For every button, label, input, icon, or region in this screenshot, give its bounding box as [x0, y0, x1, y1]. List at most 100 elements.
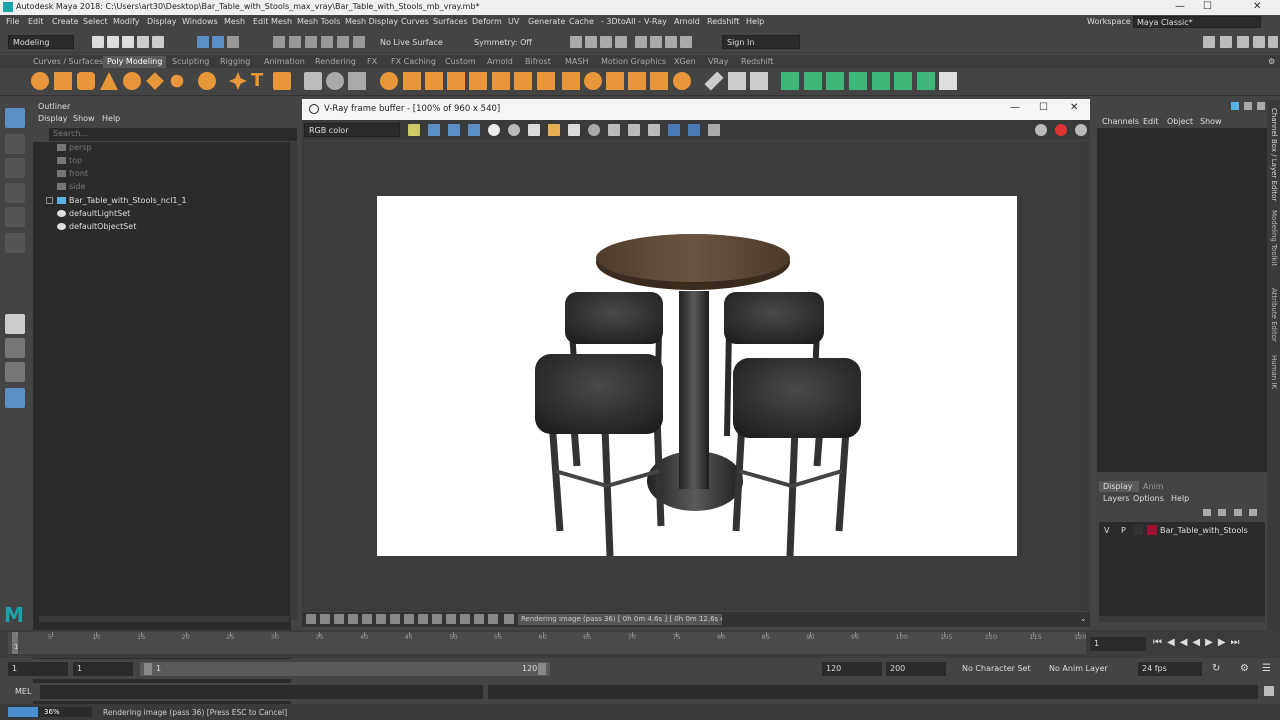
channels-menu-show[interactable]: Show: [1200, 117, 1222, 126]
attribute-editor-icon[interactable]: [1237, 36, 1249, 48]
layer-move-down-icon[interactable]: [1218, 509, 1226, 516]
clear-image-icon[interactable]: [568, 124, 580, 136]
list-item[interactable]: top: [57, 156, 82, 169]
four-view-icon[interactable]: [5, 338, 25, 358]
menu-create[interactable]: Create: [52, 17, 79, 26]
shelf-tab-fx-caching[interactable]: FX Caching: [391, 57, 436, 66]
layer-move-up-icon[interactable]: [1203, 509, 1211, 516]
link-viewport-icon[interactable]: [648, 124, 660, 136]
redo-icon[interactable]: [152, 36, 164, 48]
follow-mouse-icon[interactable]: [628, 124, 640, 136]
new-layer-selected-icon[interactable]: [1249, 509, 1257, 516]
snap-surface-icon[interactable]: [337, 36, 349, 48]
menu-3dtoall[interactable]: - 3DtoAll -: [601, 17, 641, 26]
multi-cut-icon[interactable]: [514, 72, 532, 90]
symmetry-label[interactable]: Symmetry: Off: [474, 38, 532, 47]
close-icon[interactable]: ✕: [1253, 1, 1261, 12]
vfb-console-icon[interactable]: [488, 614, 498, 624]
menu-vray[interactable]: V-Ray: [644, 17, 667, 26]
vfb-abort-icon[interactable]: [504, 614, 514, 624]
layer-visibility-toggle[interactable]: V: [1104, 526, 1109, 535]
srgb-icon[interactable]: [688, 124, 700, 136]
hypershade-icon[interactable]: [635, 36, 647, 48]
separate-icon[interactable]: [326, 72, 344, 90]
menu-mesh[interactable]: Mesh: [224, 17, 245, 26]
blue-channel-icon[interactable]: [468, 124, 480, 136]
mode-dropdown[interactable]: Modeling: [8, 35, 74, 49]
undo-icon[interactable]: [137, 36, 149, 48]
shelf-tab-poly-modeling[interactable]: Poly Modeling: [103, 56, 167, 68]
vfb-stamp-icon[interactable]: [334, 614, 344, 624]
stop-render-icon[interactable]: [1055, 124, 1067, 136]
script-editor-icon[interactable]: [1264, 686, 1274, 696]
green-channel-icon[interactable]: [448, 124, 460, 136]
layer-color-swatch[interactable]: [1147, 525, 1157, 535]
bevel-icon[interactable]: [380, 72, 398, 90]
menu-select[interactable]: Select: [83, 17, 108, 26]
quad-draw-icon[interactable]: [562, 72, 580, 90]
workspace-dropdown[interactable]: Maya Classic*: [1133, 16, 1261, 28]
vfb-settings-icon[interactable]: [418, 614, 428, 624]
vfb-vertical-icon[interactable]: [474, 614, 484, 624]
mel-label[interactable]: MEL: [15, 687, 31, 696]
menu-surfaces[interactable]: Surfaces: [433, 17, 468, 26]
region-render-icon[interactable]: [608, 124, 620, 136]
human-ik-icon[interactable]: [1220, 36, 1232, 48]
shelf-tab-bifrost[interactable]: Bifrost: [525, 57, 551, 66]
anim-prefs-icon[interactable]: ☰: [1262, 663, 1271, 674]
layers-menu-help[interactable]: Help: [1171, 494, 1189, 503]
paint-select-icon[interactable]: [5, 158, 25, 178]
side-tab-modeling-toolkit[interactable]: Modeling Toolkit: [1270, 210, 1278, 266]
vfb-pan-icon[interactable]: [390, 614, 400, 624]
fill-hole-icon[interactable]: [447, 72, 465, 90]
menu-deform[interactable]: Deform: [472, 17, 502, 26]
vfb-minimize-icon[interactable]: —: [1010, 102, 1020, 113]
menu-file[interactable]: File: [6, 17, 19, 26]
poly-sphere-icon[interactable]: [31, 72, 49, 90]
vfb-close-icon[interactable]: ✕: [1070, 102, 1078, 113]
range-start-handle[interactable]: [144, 663, 152, 675]
alpha-channel-icon[interactable]: [488, 124, 500, 136]
playback-end-field[interactable]: 120: [822, 662, 882, 676]
channels-menu-object[interactable]: Object: [1167, 117, 1193, 126]
boolean-icon[interactable]: [673, 72, 691, 90]
poly-cone-icon[interactable]: [100, 72, 118, 90]
spherical-uv-icon[interactable]: [849, 72, 867, 90]
minimize-icon[interactable]: —: [1175, 1, 1185, 12]
start-ipr-icon[interactable]: [1035, 124, 1047, 136]
render-icon[interactable]: [1075, 124, 1087, 136]
snap-point-icon[interactable]: [305, 36, 317, 48]
select-tool-icon[interactable]: [5, 108, 25, 128]
poly-cube-icon[interactable]: [54, 72, 72, 90]
outliner-search-input[interactable]: Search...: [49, 128, 297, 141]
shelf-tab-xgen[interactable]: XGen: [674, 57, 696, 66]
range-slider[interactable]: 1 120: [140, 662, 550, 676]
go-to-end-icon[interactable]: ⏭: [1231, 637, 1245, 648]
sign-in-dropdown[interactable]: Sign In: [722, 35, 800, 49]
auto-key-icon[interactable]: ⚙: [1240, 663, 1249, 674]
svg-icon[interactable]: [273, 72, 291, 90]
append-poly-icon[interactable]: [469, 72, 487, 90]
outliner-layout-icon[interactable]: [5, 388, 25, 408]
platonic-solid-icon[interactable]: [198, 72, 216, 90]
vfb-heart-icon[interactable]: [446, 614, 456, 624]
select-component-icon[interactable]: [227, 36, 239, 48]
single-perspective-icon[interactable]: [5, 314, 25, 334]
new-scene-icon[interactable]: [92, 36, 104, 48]
circularize-icon[interactable]: [628, 72, 646, 90]
vfb-horizontal-icon[interactable]: [460, 614, 470, 624]
automatic-uv-icon[interactable]: [872, 72, 890, 90]
channel-layout-icon[interactable]: [1257, 102, 1265, 110]
layer-display-type[interactable]: [1133, 525, 1143, 535]
vfb-compare-icon[interactable]: [348, 614, 358, 624]
fps-dropdown[interactable]: 24 fps: [1138, 662, 1202, 676]
list-item[interactable]: defaultObjectSet: [57, 222, 136, 235]
menu-mesh-display[interactable]: Mesh Display: [345, 17, 398, 26]
new-layer-icon[interactable]: [1234, 509, 1242, 516]
merge-icon[interactable]: [492, 72, 510, 90]
shelf-tab-curves-surfaces[interactable]: Curves / Surfaces: [33, 57, 103, 66]
save-scene-icon[interactable]: [122, 36, 134, 48]
playblast-icon[interactable]: [665, 36, 677, 48]
shelf-tab-animation[interactable]: Animation: [264, 57, 305, 66]
planar-uv-icon[interactable]: [804, 72, 822, 90]
